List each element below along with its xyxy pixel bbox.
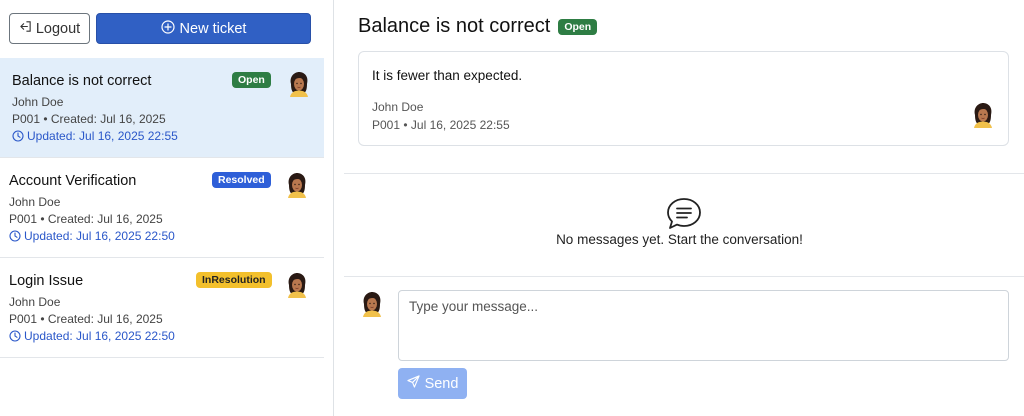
ticket-updated-text: Updated: Jul 16, 2025 22:55 [27, 129, 178, 143]
divider [344, 276, 1024, 277]
logout-label: Logout [35, 20, 81, 37]
avatar [971, 102, 995, 128]
send-button[interactable]: Send [398, 368, 467, 399]
new-ticket-label: New ticket [179, 20, 247, 37]
ticket-list: Balance is not correct Open John Doe P00… [0, 58, 324, 358]
status-badge: Open [558, 18, 598, 35]
page-title: Balance is not correct Open [358, 15, 598, 38]
ticket-item[interactable]: Account Verification Resolved John Doe P… [0, 158, 324, 258]
ticket-author: John Doe [9, 195, 61, 209]
chat-bubble-icon [667, 198, 701, 229]
ticket-title: Account Verification [9, 173, 137, 189]
ticket-detail: Balance is not correct Open It is fewer … [335, 0, 1024, 416]
ticket-updated: Updated: Jul 16, 2025 22:50 [9, 329, 175, 343]
ticket-meta: P001 • Created: Jul 16, 2025 [9, 312, 163, 326]
empty-messages-text: No messages yet. Start the conversation! [556, 232, 803, 247]
divider [344, 173, 1024, 174]
send-icon [406, 375, 420, 392]
avatar [285, 272, 309, 298]
ticket-description-card: It is fewer than expected. John Doe P001… [358, 51, 1009, 146]
logout-button[interactable]: Logout [9, 13, 90, 44]
ticket-title: Login Issue [9, 273, 84, 289]
clock-icon [9, 230, 21, 242]
avatar [287, 71, 311, 97]
ticket-meta: P001 • Jul 16, 2025 22:55 [372, 118, 510, 132]
ticket-updated-text: Updated: Jul 16, 2025 22:50 [24, 229, 175, 243]
send-label: Send [424, 375, 459, 392]
ticket-updated: Updated: Jul 16, 2025 22:55 [12, 129, 178, 143]
sidebar-toolbar: Logout New ticket [9, 13, 311, 45]
status-badge: Resolved [212, 172, 271, 188]
plus-circle-icon [160, 19, 175, 38]
support-app: Logout New ticket Balance is not correct… [0, 0, 1024, 416]
clock-icon [9, 330, 21, 342]
ticket-item[interactable]: Login Issue InResolution John Doe P001 •… [0, 258, 324, 358]
ticket-item[interactable]: Balance is not correct Open John Doe P00… [0, 58, 324, 158]
ticket-author: John Doe [9, 295, 61, 309]
ticket-description: It is fewer than expected. [372, 68, 523, 83]
avatar [285, 172, 309, 198]
status-badge: InResolution [196, 272, 272, 288]
avatar [360, 291, 384, 317]
ticket-author: John Doe [372, 100, 424, 114]
ticket-detail-title: Balance is not correct [358, 15, 551, 37]
ticket-meta: P001 • Created: Jul 16, 2025 [9, 212, 163, 226]
ticket-updated: Updated: Jul 16, 2025 22:50 [9, 229, 175, 243]
message-input[interactable] [398, 290, 1009, 361]
ticket-title: Balance is not correct [12, 73, 152, 89]
ticket-meta: P001 • Created: Jul 16, 2025 [12, 112, 166, 126]
new-ticket-button[interactable]: New ticket [96, 13, 311, 44]
logout-icon [19, 20, 32, 37]
clock-icon [12, 130, 24, 142]
ticket-updated-text: Updated: Jul 16, 2025 22:50 [24, 329, 175, 343]
status-badge: Open [232, 72, 271, 88]
ticket-author: John Doe [12, 95, 64, 109]
ticket-sidebar: Logout New ticket Balance is not correct… [0, 0, 334, 416]
